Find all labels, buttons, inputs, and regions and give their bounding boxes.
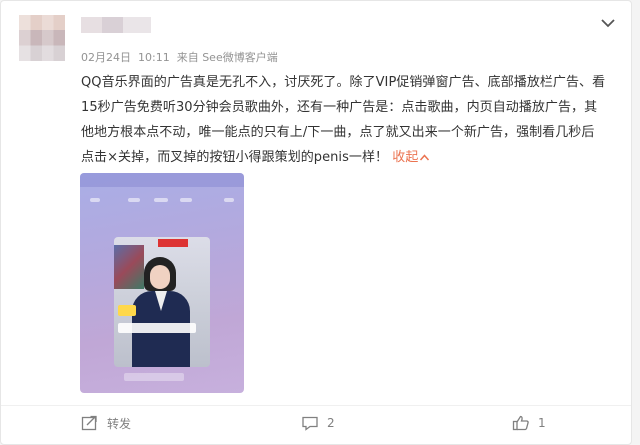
- post-text: QQ音乐界面的广告真是无孔不入，讨厌死了。除了VIP促销弹窗广告、底部播放栏广告…: [81, 70, 606, 170]
- post-body: QQ音乐界面的广告真是无孔不入，讨厌死了。除了VIP促销弹窗广告、底部播放栏广告…: [81, 75, 606, 165]
- post-source: 来自 See微博客户端: [176, 51, 278, 64]
- video-footer: [124, 373, 184, 381]
- video-caption: [118, 323, 196, 333]
- app-tab-row: [88, 195, 236, 207]
- repost-button[interactable]: 转发: [81, 413, 131, 433]
- logo-sign: [158, 239, 188, 247]
- like-count[interactable]: 1: [538, 416, 546, 430]
- share-icon: [81, 415, 97, 431]
- chevron-down-icon[interactable]: [599, 15, 617, 29]
- repost-label[interactable]: 转发: [107, 415, 131, 432]
- phone-status-bar: [80, 173, 244, 187]
- video-tag: [118, 305, 136, 316]
- weibo-post-card: 02月24日 10:11 来自 See微博客户端 QQ音乐界面的广告真是无孔不入，讨…: [0, 0, 632, 445]
- username-blurred[interactable]: [81, 17, 151, 33]
- video-frame: [114, 237, 210, 367]
- divider: [1, 405, 631, 406]
- post-meta: 02月24日 10:11 来自 See微博客户端: [81, 49, 285, 65]
- comment-button[interactable]: 2: [301, 413, 335, 433]
- collapse-link[interactable]: 收起: [392, 150, 430, 165]
- presenter-face: [150, 265, 170, 289]
- thumbs-up-icon: [512, 415, 529, 431]
- background-screens: [114, 245, 144, 289]
- post-date[interactable]: 02月24日: [81, 51, 131, 64]
- chevron-up-icon: [420, 154, 430, 161]
- avatar[interactable]: [19, 15, 65, 61]
- comment-count[interactable]: 2: [327, 416, 335, 430]
- comment-icon: [302, 416, 318, 431]
- post-time[interactable]: 10:11: [138, 51, 170, 64]
- video-thumbnail[interactable]: [80, 173, 244, 393]
- collapse-label[interactable]: 收起: [392, 150, 418, 165]
- like-button[interactable]: 1: [512, 413, 546, 433]
